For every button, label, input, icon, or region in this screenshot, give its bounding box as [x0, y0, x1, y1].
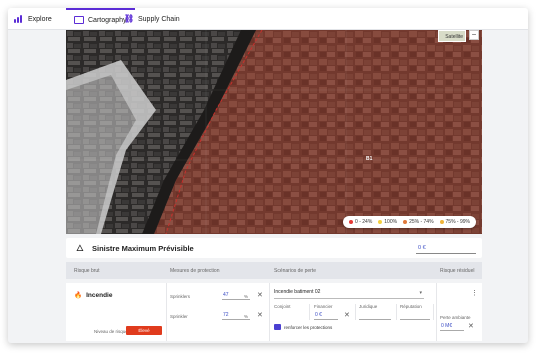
divider	[166, 283, 167, 341]
scenario-col-financier: Financier 0 € ✕	[314, 304, 356, 320]
header-scenario: Scénarios de perte	[274, 267, 316, 274]
reinforce-link-label: renforcer les protections	[284, 324, 333, 330]
legend-label: 75% - 99%	[445, 219, 470, 225]
clear-sprinklers-icon[interactable]: ✕	[257, 292, 263, 299]
legend-label: 0 - 24%	[355, 219, 373, 225]
tab-cartography-label: Cartography	[88, 16, 127, 24]
reputation-label: Réputation	[400, 304, 422, 309]
zoom-out-button[interactable]: −	[469, 30, 479, 40]
scenario-select[interactable]: Incendie batiment 02 ▾	[274, 289, 424, 299]
scenario-select-value: Incendie batiment 02	[274, 289, 321, 295]
clear-residual-icon[interactable]: ✕	[468, 323, 474, 330]
map-icon	[74, 16, 84, 24]
header-risk: Risque brut	[74, 267, 100, 274]
table-header: Risque brut Mesures de protection Scénar…	[66, 262, 482, 279]
app-window: Explore Cartography ⛓ Supply Chain B1 Sa…	[8, 8, 528, 343]
layer-switcher[interactable]: Satellite	[438, 30, 466, 42]
legend-dot-icon	[378, 219, 383, 224]
smp-value-input[interactable]: 0 €	[416, 245, 476, 254]
comment-icon	[274, 324, 281, 330]
chain-icon: ⛓	[124, 14, 135, 23]
smp-title: Sinistre Maximum Prévisible	[92, 243, 194, 253]
risk-level-label: Niveau de risque	[94, 329, 128, 334]
juridique-label: Juridique	[359, 304, 378, 309]
header-residual: Risque résiduel	[440, 267, 475, 274]
sprinkler-label: Sprinkler	[170, 314, 188, 319]
tab-explore[interactable]: Explore	[14, 8, 52, 30]
tab-supply-chain[interactable]: ⛓ Supply Chain	[124, 8, 180, 30]
legend-dot-icon	[349, 219, 354, 224]
financier-input[interactable]: 0 €	[314, 312, 338, 320]
satellite-map[interactable]: B1 Satellite − 0 - 24% 100% 25% - 74% 75…	[66, 30, 482, 234]
residual-label: Perte ambiante	[440, 315, 471, 320]
tab-supply-chain-label: Supply Chain	[138, 15, 180, 23]
scenario-col-reputation: Réputation	[400, 304, 434, 320]
clear-sprinkler-icon[interactable]: ✕	[257, 312, 263, 319]
smp-card: 🜂 Sinistre Maximum Prévisible 0 €	[66, 238, 482, 258]
residual-input[interactable]: 0 M€	[440, 323, 464, 331]
scenario-col-juridique: Juridique	[359, 304, 397, 320]
reputation-input[interactable]	[400, 312, 430, 320]
legend-item: 0 - 24%	[349, 219, 372, 225]
sprinklers-label: Sprinklers	[170, 294, 191, 299]
juridique-input[interactable]	[359, 312, 391, 320]
chevron-down-icon: ▾	[419, 290, 422, 296]
risk-name-label: Incendie	[86, 292, 113, 299]
conjoint-label: Conjoint	[274, 304, 291, 309]
sprinkler-unit: %	[244, 314, 249, 319]
clear-financier-icon[interactable]: ✕	[344, 312, 350, 319]
tab-explore-label: Explore	[28, 15, 52, 23]
flame-icon: 🜂	[76, 243, 84, 253]
top-navigation: Explore Cartography ⛓ Supply Chain	[8, 8, 528, 30]
bar-chart-icon	[14, 15, 24, 23]
reinforce-link[interactable]: renforcer les protections	[274, 324, 332, 330]
divider	[436, 283, 437, 341]
legend-item: 25% - 74%	[403, 219, 434, 225]
legend-item: 100%	[378, 219, 397, 225]
legend-item: 75% - 99%	[439, 219, 470, 225]
scenario-col-conjoint: Conjoint	[274, 304, 310, 320]
risk-level-button[interactable]: Élevé	[126, 326, 162, 335]
map-imagery	[66, 30, 482, 234]
legend-label: 100%	[384, 219, 398, 225]
fire-icon: 🔥	[74, 292, 83, 299]
more-options-icon[interactable]: ⋮	[471, 289, 478, 297]
legend-dot-icon	[403, 219, 408, 224]
legend-label: 25% - 74%	[409, 219, 434, 225]
table-row: 🔥 Incendie Niveau de risque Élevé Sprinkl…	[66, 283, 482, 341]
header-protection: Mesures de protection	[170, 267, 220, 274]
sprinklers-unit: %	[244, 294, 249, 299]
building-label[interactable]: B1	[366, 156, 372, 162]
map-legend: 0 - 24% 100% 25% - 74% 75% - 99%	[343, 216, 476, 228]
risk-name: 🔥 Incendie	[74, 291, 112, 299]
legend-dot-icon	[439, 219, 444, 224]
divider	[269, 283, 270, 341]
financier-label: Financier	[314, 304, 333, 309]
layer-switcher-label: Satellite	[445, 34, 463, 40]
